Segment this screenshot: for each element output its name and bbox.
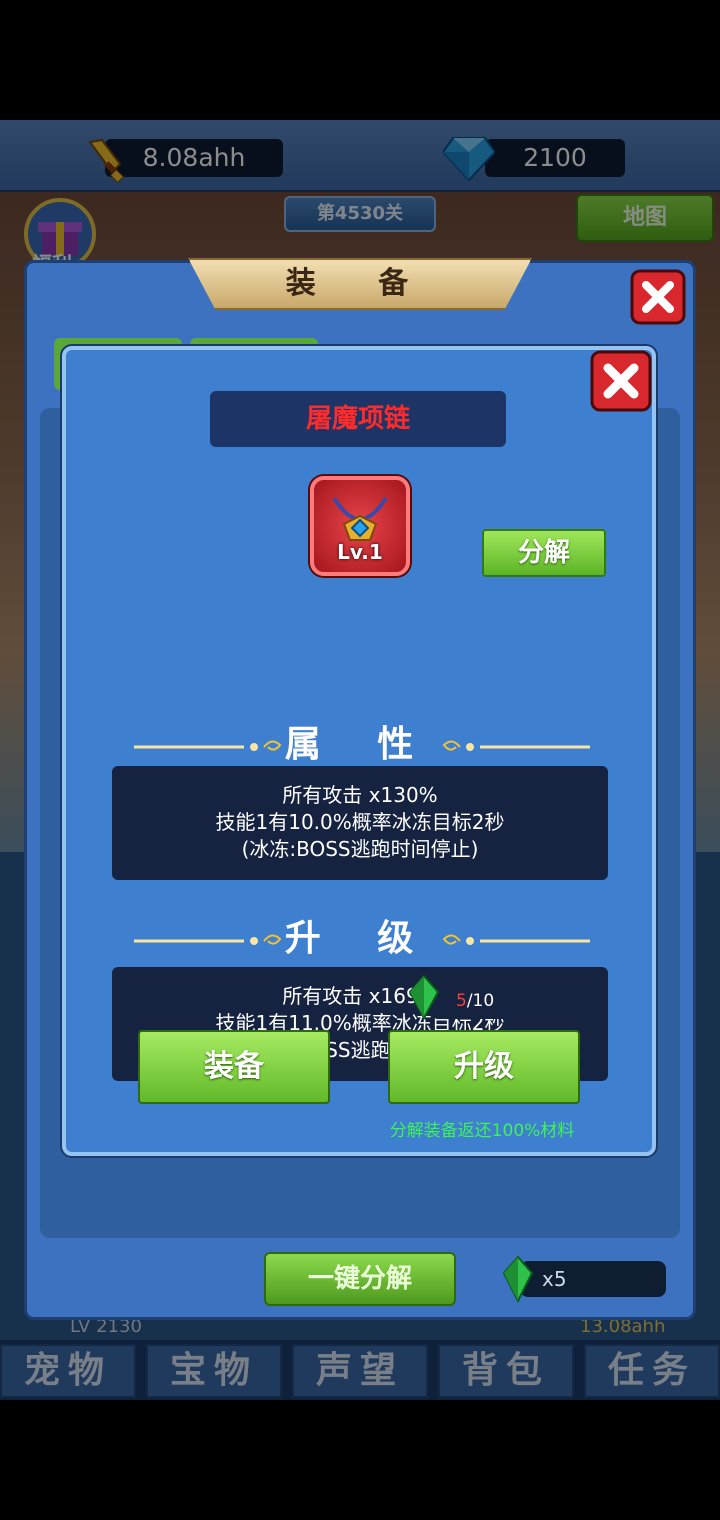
- close-icon[interactable]: [630, 269, 686, 325]
- refund-note: 分解装备返还100%材料: [389, 1121, 575, 1141]
- crystal-icon: [408, 974, 440, 1020]
- game-screen: 8.08ahh 2100 福利 第4530关 地图 LV 2130 13.08a…: [0, 120, 720, 1400]
- upgrade-cost: 5/10: [432, 983, 552, 1019]
- attribute-line: (冰冻:BOSS逃跑时间停止): [241, 837, 479, 861]
- equip-button[interactable]: 装备: [138, 1030, 330, 1104]
- one-click-decompose-button[interactable]: 一键分解: [264, 1252, 456, 1306]
- flourish-right-icon: [442, 740, 590, 751]
- upgrade-cost-total: /10: [466, 991, 495, 1011]
- material-count-label: x5: [542, 1267, 567, 1291]
- equipment-panel-title: 装 备: [188, 258, 532, 310]
- crystal-icon: [502, 1255, 534, 1303]
- attribute-line: 所有攻击 x130%: [282, 783, 438, 807]
- item-name: 屠魔项链: [210, 391, 506, 447]
- close-icon[interactable]: [590, 350, 652, 412]
- decompose-button[interactable]: 分解: [482, 529, 606, 577]
- attribute-line: 技能1有10.0%概率冰冻目标2秒: [215, 810, 505, 834]
- upgrade-button[interactable]: 升级: [388, 1030, 580, 1104]
- flourish-right-icon: [442, 934, 590, 945]
- upgrade-cost-current: 5: [456, 991, 467, 1011]
- item-level: Lv.1: [337, 540, 383, 564]
- attributes-box: 所有攻击 x130% 技能1有10.0%概率冰冻目标2秒 (冰冻:BOSS逃跑时…: [112, 766, 608, 880]
- material-count: x5: [520, 1261, 666, 1297]
